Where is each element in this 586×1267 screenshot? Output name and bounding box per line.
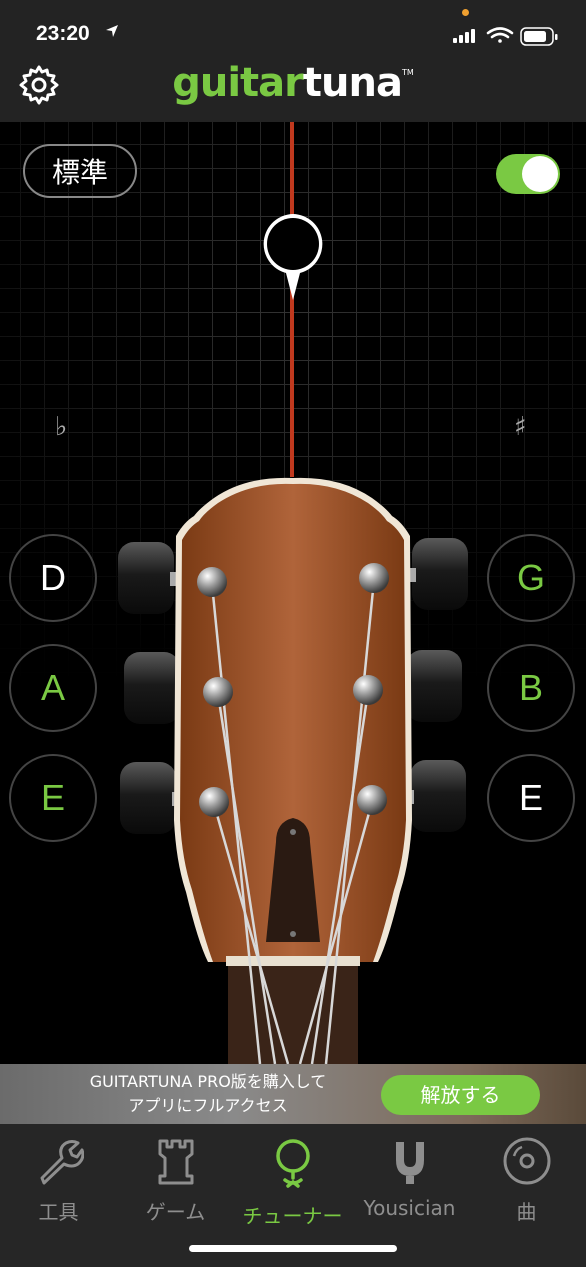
wifi-icon	[486, 27, 514, 43]
sharp-symbol: ♯	[514, 412, 527, 442]
flat-symbol: ♭	[55, 412, 68, 442]
guitar-headstock	[118, 477, 468, 1064]
unlock-button[interactable]: 解放する	[381, 1075, 540, 1115]
status-bar: 23:20	[0, 0, 586, 60]
tuning-label: 標準	[51, 156, 108, 189]
app-logo: guitartunaTM	[0, 60, 586, 110]
tab-label: Yousician	[363, 1196, 456, 1220]
string-button-a[interactable]: A	[9, 644, 97, 732]
string-button-e-low[interactable]: E	[9, 754, 97, 842]
tab-label: ゲーム	[145, 1200, 206, 1224]
banner-line-2: アプリにフルアクセス	[128, 1096, 288, 1115]
tab-label: 工具	[38, 1200, 79, 1224]
home-indicator[interactable]	[189, 1245, 397, 1252]
tuning-selector-button[interactable]: 標準	[23, 144, 137, 198]
banner-text: GUITARTUNA PRO版を購入して アプリにフルアクセス	[28, 1070, 388, 1118]
pitch-indicator	[263, 214, 323, 300]
logo-tuna: tuna	[302, 60, 403, 106]
string-note: D	[40, 557, 66, 598]
settings-gear-icon[interactable]	[18, 64, 60, 106]
string-note: G	[516, 557, 545, 598]
tab-label: チューナー	[242, 1204, 343, 1228]
string-button-g[interactable]: G	[487, 534, 575, 622]
string-note: E	[518, 777, 543, 818]
tab-games[interactable]: ゲーム	[117, 1136, 234, 1225]
tab-label: 曲	[516, 1200, 537, 1224]
banner-line-1: GUITARTUNA PRO版を購入して	[89, 1072, 327, 1091]
string-note: A	[40, 667, 65, 708]
signal-icon	[453, 29, 475, 43]
tab-tools[interactable]: 工具	[0, 1136, 117, 1225]
app-header: guitartunaTM	[0, 60, 586, 122]
status-time: 23:20	[36, 22, 90, 45]
tuner-icon	[275, 1139, 310, 1188]
battery-icon	[520, 27, 558, 46]
tab-yousician[interactable]: Yousician	[351, 1136, 468, 1220]
tab-tuner[interactable]: チューナー	[234, 1136, 351, 1229]
string-note: E	[40, 777, 65, 818]
logo-guitar: guitar	[172, 60, 304, 106]
status-icons	[453, 27, 558, 46]
pro-upgrade-banner[interactable]: GUITARTUNA PRO版を購入して アプリにフルアクセス 解放する	[0, 1064, 586, 1124]
tab-songs[interactable]: 曲	[468, 1136, 585, 1225]
disc-icon	[503, 1137, 550, 1185]
auto-mode-toggle[interactable]	[496, 154, 560, 194]
string-button-d[interactable]: D	[9, 534, 97, 622]
privacy-dot	[462, 9, 469, 16]
string-note: B	[518, 667, 543, 708]
string-button-b[interactable]: B	[487, 644, 575, 732]
wrench-icon	[40, 1140, 84, 1185]
logo-trademark: TM	[401, 68, 414, 77]
tower-icon	[158, 1139, 193, 1185]
string-button-e-high[interactable]: E	[487, 754, 575, 842]
yousician-icon	[395, 1142, 424, 1184]
tuner-stage: 標準 ♭ ♯ D A E G B E	[0, 122, 586, 1064]
location-arrow-icon	[106, 25, 118, 37]
